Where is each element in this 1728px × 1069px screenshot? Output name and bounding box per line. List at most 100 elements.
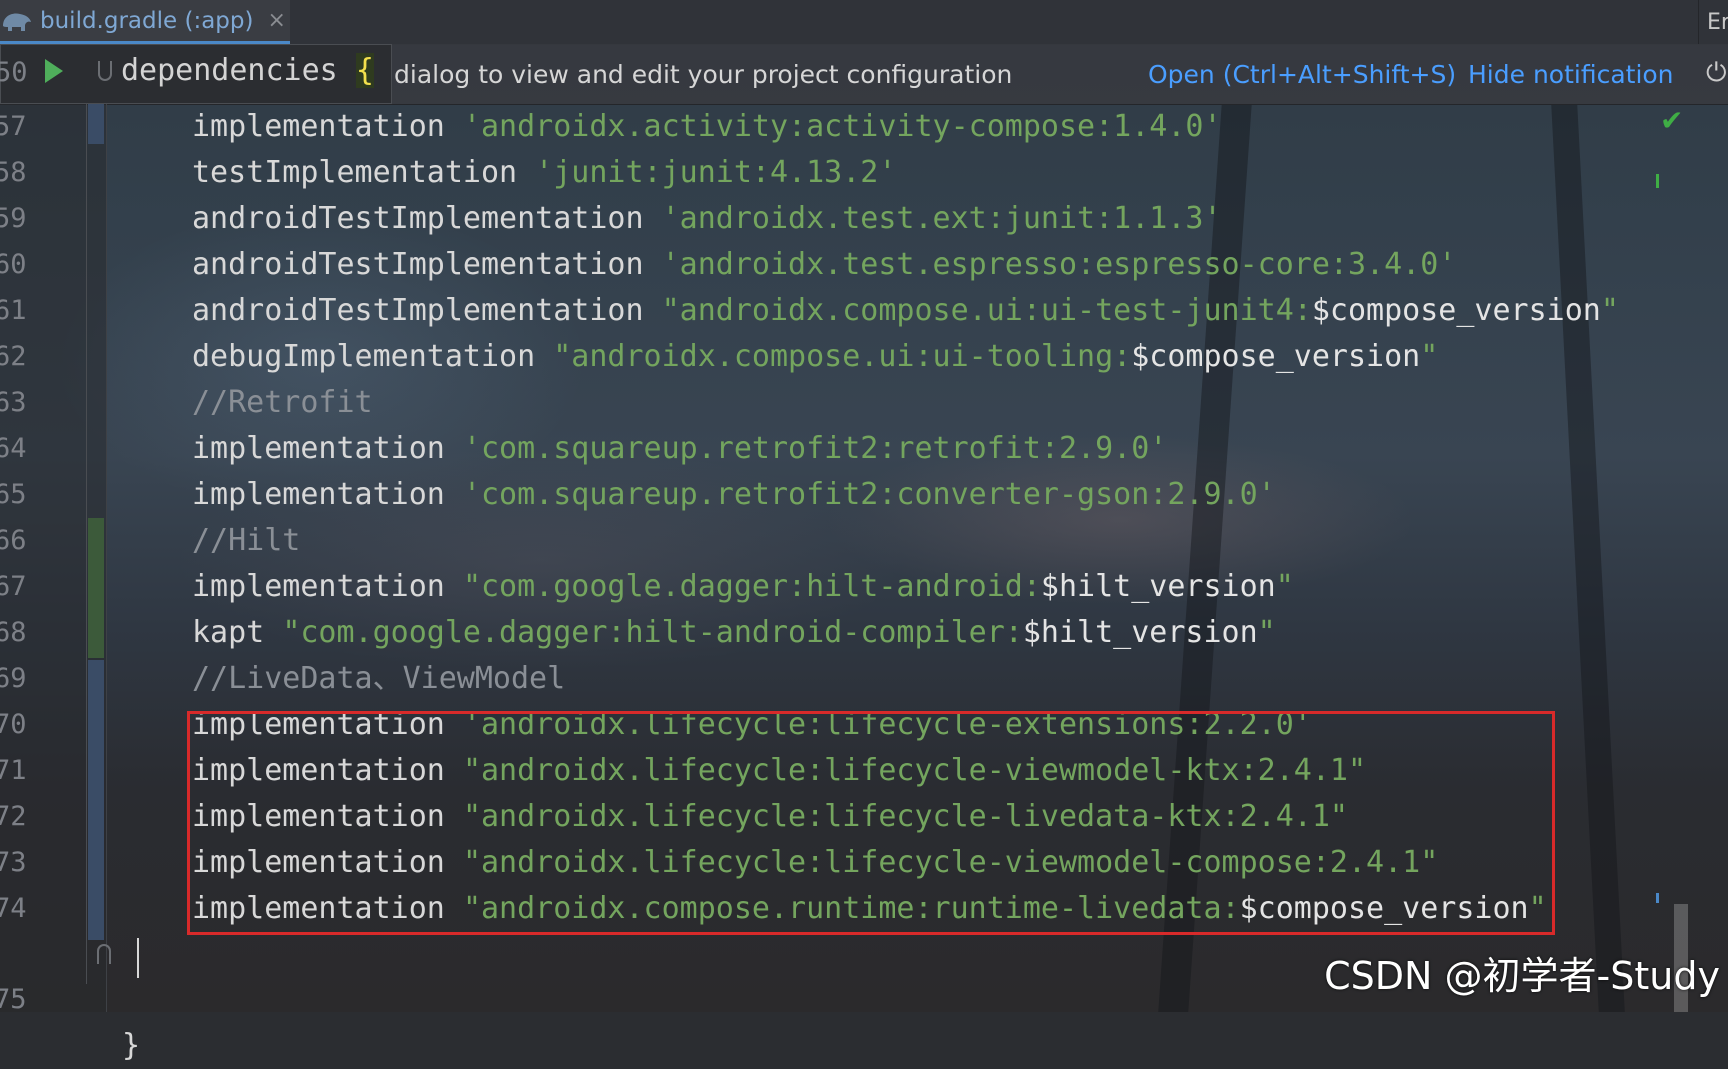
keyword: implementation xyxy=(192,477,463,512)
string-literal: "androidx.compose.ui:ui-test-junit4: xyxy=(661,293,1312,328)
line-number: 50 xyxy=(0,57,28,88)
line-number: 70 xyxy=(0,709,27,740)
code-text: androidTestImplementation "androidx.comp… xyxy=(192,288,1619,334)
code-line[interactable]: 63 //Retrofit xyxy=(0,380,1660,426)
string-literal: "com.google.dagger:hilt-android-compiler… xyxy=(282,615,1023,650)
run-gutter-icon[interactable] xyxy=(45,59,63,83)
power-icon[interactable]: ⏻ xyxy=(1706,58,1728,88)
notification-text: dialog to view and edit your project con… xyxy=(394,60,1013,89)
editor-tab-bar: build.gradle (:app) × Er xyxy=(0,0,1728,45)
code-line[interactable]: 61 androidTestImplementation "androidx.co… xyxy=(0,288,1660,334)
variable: $compose_version xyxy=(1311,293,1601,328)
keyword: androidTestImplementation xyxy=(192,201,662,236)
keyword: dependencies xyxy=(121,53,356,88)
variable: $hilt_version xyxy=(1022,615,1258,650)
code-text: implementation 'com.squareup.retrofit2:c… xyxy=(192,472,1276,518)
tab-title: build.gradle (:app) xyxy=(40,7,254,34)
string-literal: " xyxy=(1275,569,1294,604)
highlight-annotation-box xyxy=(187,711,1555,935)
line-number: 71 xyxy=(0,755,27,786)
line-number: 67 xyxy=(0,571,27,602)
scroll-marker[interactable] xyxy=(1656,174,1659,188)
comment: //LiveData、ViewModel xyxy=(192,661,566,696)
comment: //Retrofit xyxy=(192,385,373,420)
code-line[interactable]: 67 implementation "com.google.dagger:hilt… xyxy=(0,564,1660,610)
string-literal: " xyxy=(1420,339,1439,374)
hide-notification-link[interactable]: Hide notification xyxy=(1468,60,1674,89)
code-line[interactable]: 64 implementation 'com.squareup.retrofit2… xyxy=(0,426,1660,472)
line-number: 74 xyxy=(0,893,27,924)
code-text: //Hilt xyxy=(192,518,300,564)
code-text: implementation 'androidx.activity:activi… xyxy=(192,104,1222,150)
code-line[interactable]: 66 //Hilt xyxy=(0,518,1660,564)
keyword: androidTestImplementation xyxy=(192,247,662,282)
code-line[interactable]: 65 implementation 'com.squareup.retrofit2… xyxy=(0,472,1660,518)
fold-icon[interactable] xyxy=(97,944,111,964)
string-literal: "com.google.dagger:hilt-android: xyxy=(462,569,1041,604)
line-number: 73 xyxy=(0,847,27,878)
code-text: debugImplementation "androidx.compose.ui… xyxy=(192,334,1438,380)
code-line[interactable]: 69 //LiveData、ViewModel xyxy=(0,656,1660,702)
line-number: 60 xyxy=(0,249,27,280)
code-line[interactable]: 59 androidTestImplementation 'androidx.te… xyxy=(0,196,1660,242)
code-text: testImplementation 'junit:junit:4.13.2' xyxy=(192,150,896,196)
line-number: 75 xyxy=(0,984,27,1015)
fold-icon[interactable] xyxy=(98,61,112,81)
code-line[interactable]: 58 testImplementation 'junit:junit:4.13.2… xyxy=(0,150,1660,196)
string-literal: 'com.squareup.retrofit2:converter-gson:2… xyxy=(462,477,1276,512)
gradle-elephant-icon xyxy=(3,13,31,31)
tab-build-gradle[interactable]: build.gradle (:app) × xyxy=(0,0,290,44)
line-number: 64 xyxy=(0,433,27,464)
string-literal: "androidx.compose.ui:ui-tooling: xyxy=(553,339,1132,374)
code-text: //LiveData、ViewModel xyxy=(192,656,565,702)
line-number: 58 xyxy=(0,157,27,188)
code-text: //Retrofit xyxy=(192,380,373,426)
variable: $hilt_version xyxy=(1040,569,1276,604)
truncated-tab[interactable]: Er xyxy=(1698,0,1728,44)
line-number: 69 xyxy=(0,663,27,694)
sticky-scope-header[interactable]: 50 dependencies { xyxy=(0,44,392,104)
variable: $compose_version xyxy=(1131,339,1421,374)
closing-brace: } xyxy=(122,1028,141,1063)
line-number: 61 xyxy=(0,295,27,326)
code-text: kapt "com.google.dagger:hilt-android-com… xyxy=(192,610,1276,656)
line-number: 62 xyxy=(0,341,27,372)
code-line[interactable]: 68 kapt "com.google.dagger:hilt-android-c… xyxy=(0,610,1660,656)
code-text: androidTestImplementation 'androidx.test… xyxy=(192,196,1222,242)
string-literal: " xyxy=(1257,615,1276,650)
line-number: 63 xyxy=(0,387,27,418)
brace: { xyxy=(355,53,374,88)
code-line[interactable]: 57 implementation 'androidx.activity:acti… xyxy=(0,104,1660,150)
keyword: implementation xyxy=(192,569,463,604)
sticky-code: dependencies { xyxy=(121,53,374,88)
code-text: implementation 'com.squareup.retrofit2:r… xyxy=(192,426,1167,472)
line-number: 68 xyxy=(0,617,27,648)
tab-close-icon[interactable]: × xyxy=(267,8,285,33)
line-number: 57 xyxy=(0,111,27,142)
line-number: 72 xyxy=(0,801,27,832)
code-line[interactable]: 60 androidTestImplementation 'androidx.te… xyxy=(0,242,1660,288)
code-line[interactable]: 62 debugImplementation "androidx.compose.… xyxy=(0,334,1660,380)
keyword: debugImplementation xyxy=(192,339,554,374)
keyword: implementation xyxy=(192,109,463,144)
string-literal: 'com.squareup.retrofit2:retrofit:2.9.0' xyxy=(462,431,1168,466)
open-project-structure-link[interactable]: Open (Ctrl+Alt+Shift+S) xyxy=(1148,60,1456,89)
keyword: androidTestImplementation xyxy=(192,293,662,328)
keyword: implementation xyxy=(192,431,463,466)
check-icon[interactable]: ✔ xyxy=(1660,104,1683,137)
keyword: kapt xyxy=(192,615,283,650)
string-literal: 'androidx.test.ext:junit:1.1.3' xyxy=(661,201,1222,236)
watermark: CSDN @初学者-Study xyxy=(1324,954,1720,998)
comment: //Hilt xyxy=(192,523,301,558)
text-caret xyxy=(137,938,139,978)
line-number: 65 xyxy=(0,479,27,510)
code-text: androidTestImplementation 'androidx.test… xyxy=(192,242,1456,288)
string-literal: " xyxy=(1600,293,1619,328)
string-literal: 'androidx.test.espresso:espresso-core:3.… xyxy=(661,247,1457,282)
line-number: 59 xyxy=(0,203,27,234)
scroll-marker[interactable] xyxy=(1656,893,1659,903)
keyword: testImplementation xyxy=(192,155,536,190)
code-text: implementation "com.google.dagger:hilt-a… xyxy=(192,564,1294,610)
string-literal: 'androidx.activity:activity-compose:1.4.… xyxy=(462,109,1222,144)
line-number: 66 xyxy=(0,525,27,556)
